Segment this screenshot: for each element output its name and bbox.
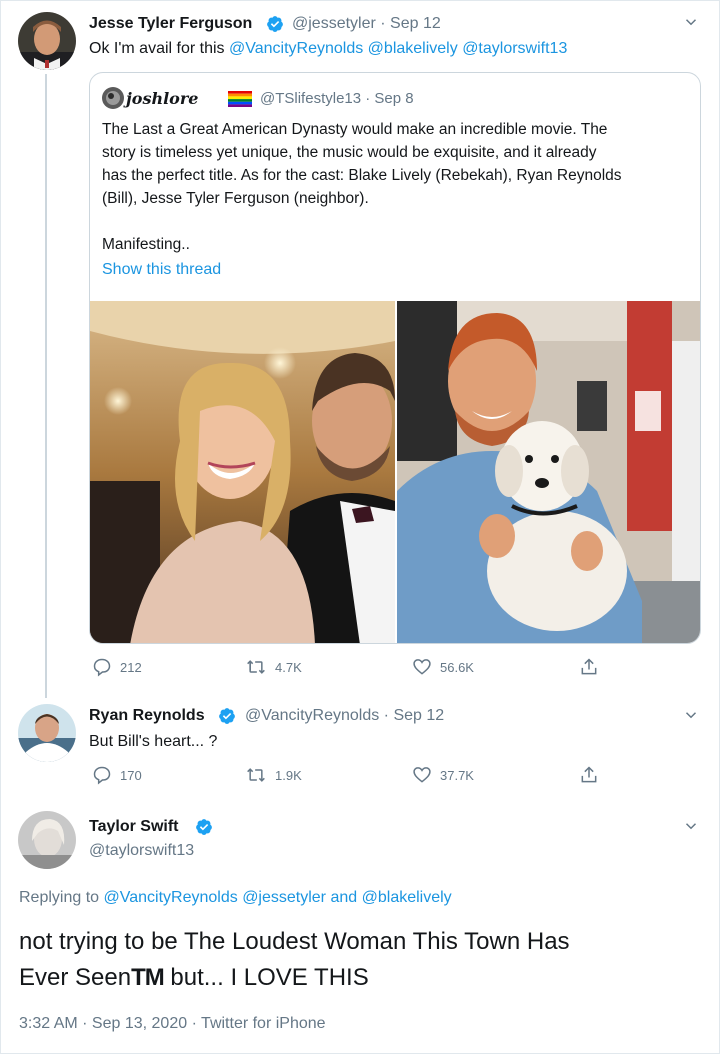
joshlore-avatar[interactable]	[102, 87, 124, 109]
tweet3-handle[interactable]: @taylorswift13	[89, 842, 194, 860]
replying-and[interactable]: and	[330, 889, 357, 906]
tweet2-text: But Bill's heart... ?	[89, 733, 218, 750]
verified-badge-icon	[267, 16, 283, 32]
mention-blakelively[interactable]: @blakelively	[368, 40, 458, 57]
mention-vancityreynolds[interactable]: @VancityReynolds	[104, 889, 238, 906]
tweet2-author[interactable]: Ryan Reynolds	[89, 707, 205, 725]
verified-badge-icon	[196, 819, 212, 835]
tweet3-line2-prefix: Ever Seen	[19, 964, 132, 991]
retweet-icon	[247, 768, 265, 782]
mention-jessetyler[interactable]: @jessetyler	[242, 889, 326, 906]
reply-action[interactable]: 170	[92, 765, 142, 785]
tweet3-line: not trying to be The Loudest Woman This …	[19, 928, 570, 955]
retweet-icon	[247, 660, 265, 674]
chevron-down-icon[interactable]	[682, 13, 700, 31]
quote-closing: Manifesting..	[102, 236, 190, 253]
tweet3-line: Ever SeenTM but... I LOVE THIS	[19, 960, 709, 996]
reply-count: 212	[120, 659, 142, 675]
like-count: 37.7K	[440, 767, 474, 783]
tweet1-handle-time[interactable]: @jessetyler · Sep 12	[292, 15, 441, 33]
reply-action[interactable]: 212	[92, 657, 142, 677]
share-icon	[581, 766, 597, 783]
quote-photos	[90, 301, 701, 644]
tweet3-author[interactable]: Taylor Swift	[89, 818, 179, 836]
tweet3-meta[interactable]: 3:32 AM · Sep 13, 2020 · Twitter for iPh…	[19, 1015, 326, 1033]
photo-man-with-dog[interactable]	[397, 301, 701, 644]
reply-icon	[93, 658, 111, 677]
taylor-avatar[interactable]	[18, 811, 76, 869]
like-count: 56.6K	[440, 659, 474, 675]
replying-to: Replying to @VancityReynolds @jessetyler…	[19, 889, 452, 907]
tweet3-line2-suffix: but... I LOVE THIS	[163, 964, 369, 991]
thread-line	[45, 74, 47, 698]
rainbow-flag-icon	[228, 91, 252, 107]
retweet-count: 1.9K	[275, 767, 302, 783]
tweet2-handle-time[interactable]: @VancityReynolds · Sep 12	[245, 707, 444, 725]
retweet-action[interactable]: 4.7K	[245, 657, 302, 677]
chevron-down-icon[interactable]	[682, 706, 700, 724]
quote-line: The Last a Great American Dynasty would …	[102, 121, 608, 138]
share-icon	[581, 658, 597, 675]
show-thread-link[interactable]: Show this thread	[102, 261, 221, 279]
jesse-avatar[interactable]	[18, 12, 76, 70]
chevron-down-icon[interactable]	[682, 817, 700, 835]
reply-icon	[93, 766, 111, 785]
quoted-tweet-card[interactable]: joshlore @TSlifestyle13 · Sep 8 The Last…	[89, 72, 701, 644]
retweet-action[interactable]: 1.9K	[245, 765, 302, 785]
tweet3-text: not trying to be The Loudest Woman This …	[19, 924, 709, 996]
like-action[interactable]: 56.6K	[412, 657, 474, 677]
mention-vancityreynolds[interactable]: @VancityReynolds	[229, 40, 363, 57]
trademark-symbol: TM	[131, 964, 165, 991]
like-action[interactable]: 37.7K	[412, 765, 474, 785]
reply-count: 170	[120, 767, 142, 783]
verified-badge-icon	[219, 708, 235, 724]
tweet1-text-prefix: Ok I'm avail for this	[89, 40, 225, 57]
quote-text: The Last a Great American Dynasty would …	[102, 118, 698, 256]
share-action[interactable]	[579, 657, 599, 677]
retweet-count: 4.7K	[275, 659, 302, 675]
mention-blakelively[interactable]: @blakelively	[362, 889, 452, 906]
tweet1-text: Ok I'm avail for this @VancityReynolds @…	[89, 38, 567, 60]
quote-line: story is timeless yet unique, the music …	[102, 144, 597, 161]
quote-line: has the perfect title. As for the cast: …	[102, 167, 622, 184]
heart-icon	[413, 767, 431, 783]
photo-gala-couple[interactable]	[90, 301, 395, 644]
heart-icon	[413, 659, 431, 675]
quote-line: (Bill), Jesse Tyler Ferguson (neighbor).	[102, 190, 369, 207]
tweet1-author[interactable]: Jesse Tyler Ferguson	[89, 15, 252, 33]
share-action[interactable]	[579, 765, 599, 785]
ryan-avatar[interactable]	[18, 704, 76, 762]
quote-handle-time[interactable]: @TSlifestyle13 · Sep 8	[260, 90, 414, 107]
mention-taylorswift13[interactable]: @taylorswift13	[462, 40, 567, 57]
quote-author[interactable]: joshlore	[126, 89, 198, 108]
replying-prefix: Replying to	[19, 889, 100, 906]
